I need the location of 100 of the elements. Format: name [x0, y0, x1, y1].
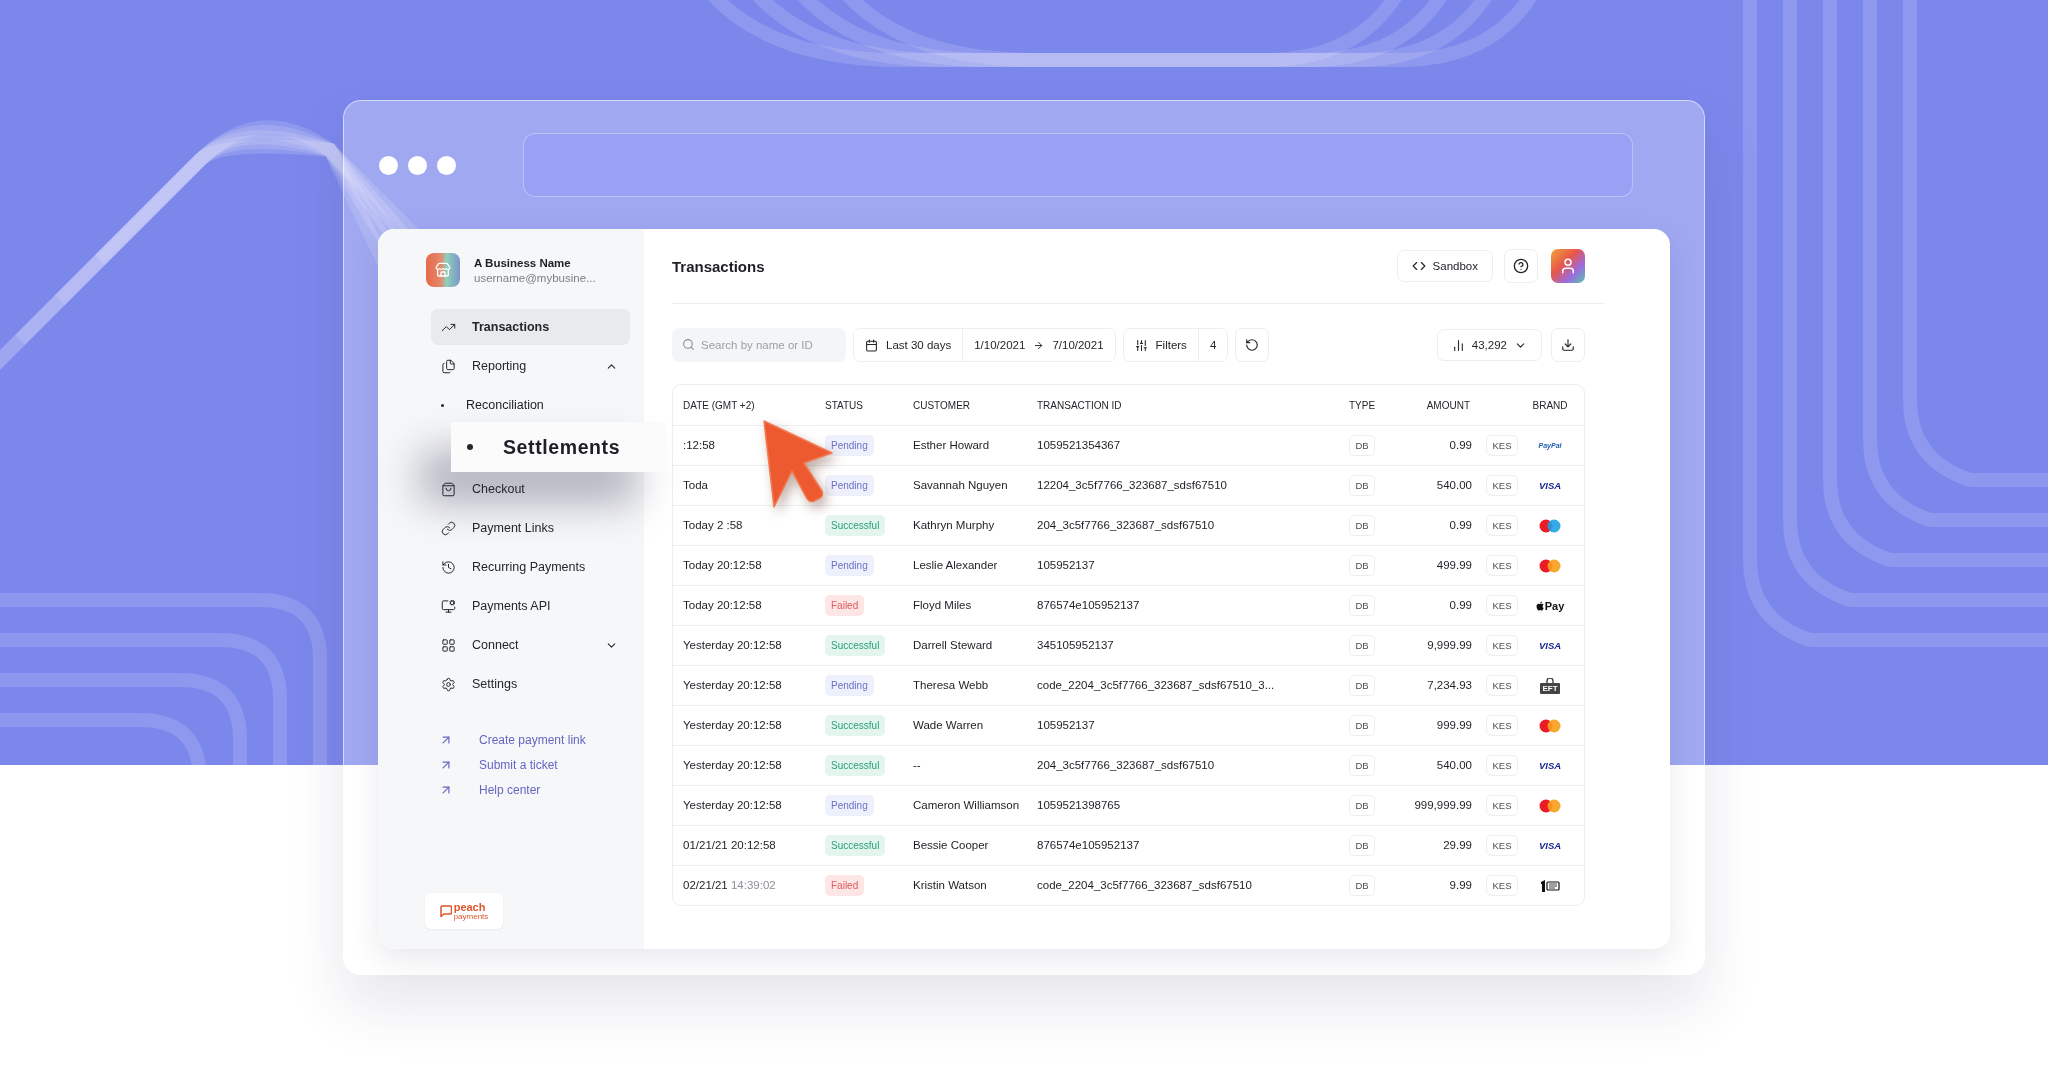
type-tag: DB [1349, 835, 1375, 856]
status-badge: Successful [825, 514, 886, 537]
table-cell-text: :12:58 [683, 437, 716, 453]
table-cell-text: Today 20:12:58 [683, 597, 763, 613]
table-cell-text: Today 20:12:58 [683, 557, 763, 573]
documents-icon [441, 358, 456, 374]
sidebar-subitem[interactable]: Settlements [451, 422, 666, 472]
table-cell-text: 02/21/21 14:39:02 [683, 877, 777, 893]
help-button[interactable] [1504, 249, 1538, 283]
sidebar-link[interactable]: Help center [439, 783, 630, 797]
sidebar-subitem[interactable]: Reconciliation [441, 387, 630, 423]
table-row[interactable]: 01/21/21 20:12:58 Successful Bessie Cooper 876574e105952137 DB 29.99 KES VISA [673, 825, 1584, 865]
card-brand-logo: VISA [1538, 840, 1562, 851]
page-title: Transactions [672, 257, 766, 275]
table-row[interactable]: Yesterday 20:12:58 Successful Darrell Steward 345105952137 DB 9,999.99 KES VISA [673, 625, 1584, 665]
table-cell-text: Today 2 :58 [683, 517, 744, 533]
table-cell-text: 7,234.93 [1426, 677, 1473, 693]
search-field[interactable]: Search by name or ID [672, 328, 846, 362]
sidebar-item[interactable]: Reporting [431, 348, 630, 384]
table-cell-text: -- [913, 757, 922, 773]
window-control-dot[interactable] [408, 155, 427, 175]
status-badge: Successful [825, 634, 886, 657]
table-row[interactable]: Yesterday 20:12:58 Successful -- 204_3c5f7766_323687_sdsf67510 DB 540.00 KES VISA [673, 745, 1584, 785]
table-cell-text: 29.99 [1442, 837, 1473, 853]
sidebar-item[interactable]: Payment Links [431, 510, 630, 546]
table-cell-text: 876574e105952137 [1037, 837, 1141, 853]
sidebar-link[interactable]: Create payment link [439, 733, 630, 747]
user-avatar[interactable] [1551, 249, 1585, 283]
table-row[interactable]: Yesterday 20:12:58 Pending Theresa Webb code_2204_3c5f7766_323687_sdsf67510_3... DB 7,234.93 KES EFT [673, 665, 1584, 705]
table-cell-text: Yesterday 20:12:58 [683, 717, 783, 733]
table-row[interactable]: Today 2 :58 Successful Kathryn Murphy 204_3c5f7766_323687_sdsf67510 DB 0.99 KES [673, 505, 1584, 545]
currency-tag: KES [1486, 715, 1518, 736]
column-header: TYPE [1347, 399, 1377, 411]
table-cell-text: 999,999.99 [1413, 797, 1473, 813]
currency-tag: KES [1486, 675, 1518, 696]
card-circles-logo [1539, 558, 1561, 573]
card-circles-logo [1539, 518, 1561, 533]
reset-button[interactable] [1235, 328, 1270, 362]
sidebar-item[interactable]: Payments API [431, 588, 630, 624]
sidebar-item[interactable]: Checkout [431, 471, 630, 507]
type-tag: DB [1349, 875, 1375, 896]
type-tag: DB [1349, 715, 1375, 736]
table-row[interactable]: Today 20:12:58 Pending Leslie Alexander 105952137 DB 499.99 KES [673, 545, 1584, 585]
status-badge: Failed [825, 594, 865, 617]
status-badge: Pending [825, 674, 874, 697]
business-name: A Business Name [474, 256, 572, 269]
card-circles-logo [1539, 798, 1561, 813]
reset-icon [1245, 338, 1260, 352]
currency-tag: KES [1486, 835, 1518, 856]
currency-tag: KES [1486, 875, 1518, 896]
table-cell-text: Kristin Watson [913, 877, 988, 893]
table-cell-text: Bessie Cooper [913, 837, 990, 853]
table-row[interactable]: Yesterday 20:12:58 Pending Cameron Williamson 1059521398765 DB 999,999.99 KES [673, 785, 1584, 825]
table-cell-text: 12204_3c5f7766_323687_sdsf67510 [1037, 477, 1228, 493]
help-icon [1513, 258, 1529, 274]
currency-tag: KES [1486, 755, 1518, 776]
table-cell-text: Toda [683, 477, 709, 493]
bar-chart-icon [1451, 338, 1465, 352]
table-cell-text: Cameron Williamson [913, 797, 1021, 813]
sidebar-item[interactable]: Connect [431, 627, 630, 663]
status-badge: Pending [825, 794, 874, 817]
date-range-button[interactable]: 1/10/2021 7/10/2021 [962, 329, 1115, 361]
monitor-icon [441, 598, 456, 614]
column-header: TRANSACTION ID [1037, 399, 1123, 411]
sandbox-button[interactable]: Sandbox [1396, 250, 1493, 282]
table-cell-text: Leslie Alexander [913, 557, 999, 573]
window-control-dot[interactable] [437, 155, 456, 175]
table-cell-text: Savannah Nguyen [913, 477, 1009, 493]
table-cell-text: 0.99 [1448, 597, 1473, 613]
table-cell-text: Yesterday 20:12:58 [683, 757, 783, 773]
table-cell-text: 204_3c5f7766_323687_sdsf67510 [1037, 757, 1216, 773]
column-header: CUSTOMER [913, 399, 972, 411]
table-cell-text: Darrell Steward [913, 637, 994, 653]
status-badge: Successful [825, 714, 886, 737]
table-cell-text: Floyd Miles [913, 597, 973, 613]
table-cell-text: 105952137 [1037, 717, 1096, 733]
sidebar-item[interactable]: Recurring Payments [431, 549, 630, 585]
table-row[interactable]: Yesterday 20:12:58 Successful Wade Warren 105952137 DB 999.99 KES [673, 705, 1584, 745]
window-control-dot[interactable] [379, 155, 398, 175]
card-brand-logo: VISA [1538, 640, 1562, 651]
sidebar-link[interactable]: Submit a ticket [439, 758, 630, 772]
column-header: BRAND [1531, 399, 1569, 411]
filter-count[interactable]: 4 [1197, 329, 1228, 361]
settings-icon [441, 676, 456, 692]
arrow-right-icon [1033, 339, 1045, 351]
sidebar-item[interactable]: Transactions [431, 309, 630, 345]
currency-tag: KES [1486, 555, 1518, 576]
status-badge: Failed [825, 874, 865, 897]
table-cell-text: 0.99 [1448, 437, 1473, 453]
type-tag: DB [1349, 675, 1375, 696]
table-cell-text: 876574e105952137 [1037, 597, 1141, 613]
table-row[interactable]: Today 20:12:58 Failed Floyd Miles 876574e105952137 DB 0.99 KES Pay [673, 585, 1584, 625]
sidebar-item[interactable]: Settings [431, 666, 630, 702]
table-cell-text: Yesterday 20:12:58 [683, 797, 783, 813]
table-cell-text: 499.99 [1435, 557, 1473, 573]
table-row[interactable]: 02/21/21 14:39:02 Failed Kristin Watson code_2204_3c5f7766_323687_sdsf67510 DB 9.99 KES [673, 865, 1584, 905]
download-button[interactable] [1551, 328, 1585, 362]
currency-tag: KES [1486, 635, 1518, 656]
total-dropdown[interactable]: 43,292 [1436, 329, 1542, 361]
column-header: AMOUNT [1425, 399, 1471, 411]
